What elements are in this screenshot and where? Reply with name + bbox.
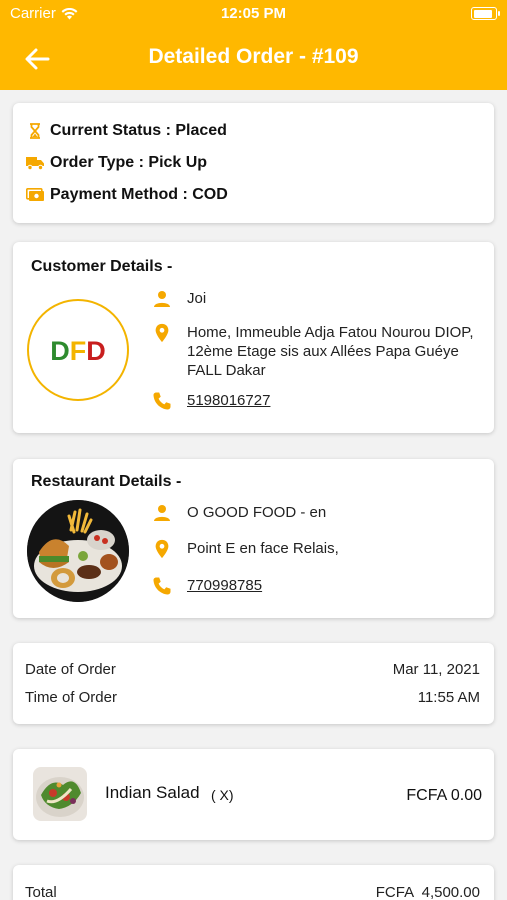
customer-phone-row[interactable]: 5198016727 xyxy=(152,391,492,413)
total-row: Total FCFA 4,500.00 xyxy=(25,884,480,900)
cash-icon xyxy=(25,187,45,203)
logo-letter-d: D xyxy=(50,336,70,366)
person-icon xyxy=(154,505,170,521)
salad-image xyxy=(33,767,87,821)
customer-address: Home, Immeuble Adja Fatou Nourou DIOP, 1… xyxy=(187,324,474,379)
battery-icon xyxy=(471,7,500,20)
customer-name: Joi xyxy=(187,290,207,307)
item-thumbnail xyxy=(33,767,87,821)
battery-fill xyxy=(473,9,492,18)
phone-icon xyxy=(153,392,171,410)
customer-name-row: Joi xyxy=(152,289,492,311)
location-pin-icon xyxy=(155,323,169,343)
order-items-card: Indian Salad ( X) FCFA 0.00 xyxy=(13,749,494,840)
current-status-text: Current Status : Placed xyxy=(50,122,227,139)
phone-icon xyxy=(153,577,171,595)
restaurant-name-row: O GOOD FOOD - en xyxy=(152,503,492,525)
hourglass-icon xyxy=(25,123,45,139)
clock: 12:05 PM xyxy=(220,5,287,22)
app-header: Detailed Order - #109 xyxy=(0,28,507,90)
date-of-order-label: Date of Order xyxy=(25,661,116,678)
restaurant-image xyxy=(27,500,129,602)
restaurant-phone-row[interactable]: 770998785 xyxy=(152,576,492,598)
logo-letter-f: F xyxy=(70,336,87,366)
item-name: Indian Salad xyxy=(105,783,200,802)
order-type-text: Order Type : Pick Up xyxy=(50,154,208,171)
status-bar: Carrier 12:05 PM xyxy=(0,0,507,28)
date-of-order-value: Mar 11, 2021 xyxy=(392,661,480,678)
customer-details-title: Customer Details - xyxy=(31,258,173,275)
svg-text:DFD: DFD xyxy=(50,336,106,366)
person-icon xyxy=(154,291,170,307)
restaurant-details-title: Restaurant Details - xyxy=(31,473,182,490)
time-of-order-label: Time of Order xyxy=(25,689,117,706)
item-quantity: ( X) xyxy=(211,787,234,803)
payment-method-text: Payment Method : COD xyxy=(50,186,228,203)
logo-letter-d2: D xyxy=(86,336,106,366)
order-date-card: Date of Order Mar 11, 2021 Time of Order… xyxy=(13,643,494,724)
location-pin-icon xyxy=(155,539,169,559)
order-total-card: Total FCFA 4,500.00 xyxy=(13,865,494,900)
customer-details-card: Customer Details - DFD Joi Home, Immeubl… xyxy=(13,242,494,433)
restaurant-address-row: Point E en face Relais, xyxy=(152,539,492,561)
restaurant-address: Point E en face Relais, xyxy=(187,540,339,557)
total-value: FCFA 4,500.00 xyxy=(375,884,480,900)
time-of-order-row: Time of Order 11:55 AM xyxy=(25,689,480,706)
order-status-card: Current Status : Placed Order Type : Pic… xyxy=(13,103,494,223)
customer-phone-link[interactable]: 5198016727 xyxy=(187,391,492,410)
time-of-order-value: 11:55 AM xyxy=(417,689,480,706)
restaurant-phone-link[interactable]: 770998785 xyxy=(187,576,492,595)
payment-method-row: Payment Method : COD xyxy=(25,186,228,204)
truck-icon xyxy=(25,155,45,171)
order-type-row: Order Type : Pick Up xyxy=(25,154,207,172)
customer-address-row: Home, Immeuble Adja Fatou Nourou DIOP, 1… xyxy=(152,323,492,383)
date-of-order-row: Date of Order Mar 11, 2021 xyxy=(25,661,480,678)
page-title: Detailed Order - #109 xyxy=(148,45,359,68)
total-label: Total xyxy=(25,884,57,900)
customer-logo: DFD xyxy=(27,299,129,401)
food-platter-illustration xyxy=(27,500,129,602)
restaurant-name: O GOOD FOOD - en xyxy=(187,504,327,521)
restaurant-details-card: Restaurant Details - O GOOD FOOD - en Po… xyxy=(13,459,494,618)
current-status-row: Current Status : Placed xyxy=(25,122,227,140)
item-price: FCFA 0.00 xyxy=(406,787,482,804)
